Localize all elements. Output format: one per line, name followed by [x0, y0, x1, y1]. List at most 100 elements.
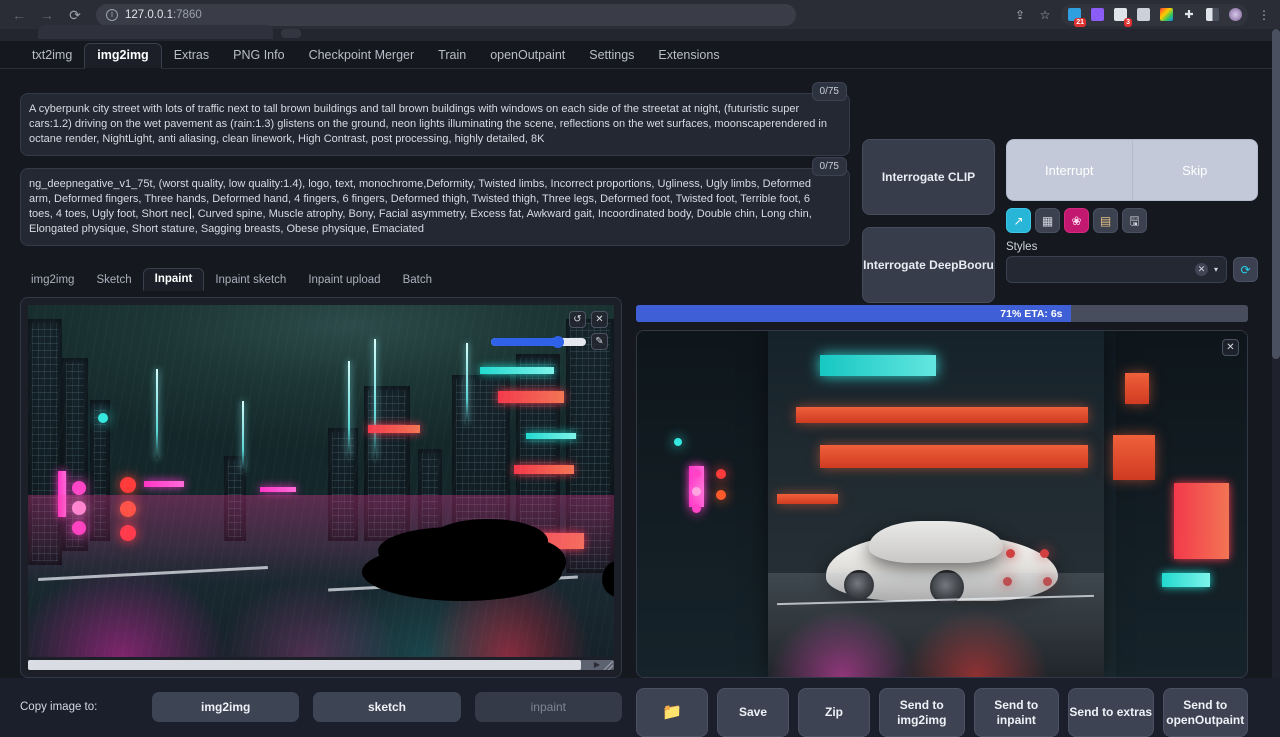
negative-prompt-box[interactable]: 0/75 ng_deepnegative_v1_75t, (worst qual… — [20, 168, 850, 246]
subtab-batch[interactable]: Batch — [392, 270, 443, 291]
subtab-inpaint-sketch[interactable]: Inpaint sketch — [204, 270, 297, 291]
close-icon[interactable]: ✕ — [591, 311, 608, 328]
back-arrow-icon[interactable]: ← — [6, 2, 32, 28]
subtab-inpaint[interactable]: Inpaint — [143, 268, 205, 291]
inpaint-canvas-card: ↺ ✕ ✎ ▶ — [20, 297, 622, 678]
extension-notion-icon[interactable] — [1132, 4, 1154, 26]
send-to-img2img-button[interactable]: Send to img2img — [879, 688, 965, 737]
brush-icon[interactable]: ✎ — [591, 333, 608, 350]
copy-image-to-row: Copy image to: img2img sketch inpaint — [20, 692, 622, 722]
tab-settings[interactable]: Settings — [577, 44, 646, 68]
interrogate-button-column: Interrogate CLIP Interrogate DeepBooru — [862, 139, 995, 303]
browser-toolbar-right: ⇪ ☆ 21 3 ✚ ⋮ — [1008, 0, 1276, 29]
generation-progress-bar: 71% ETA: 6s — [636, 305, 1248, 322]
brush-size-slider[interactable] — [491, 338, 586, 346]
kebab-menu-icon[interactable]: ⋮ — [1252, 3, 1276, 27]
tab-train[interactable]: Train — [426, 44, 478, 68]
clear-styles-icon[interactable]: ✕ — [1195, 263, 1208, 276]
extension-puzzle-icon[interactable]: ✚ — [1178, 4, 1200, 26]
rain-overlay — [28, 305, 614, 657]
site-info-icon[interactable]: i — [106, 9, 118, 21]
scrollbar-thumb[interactable] — [28, 660, 581, 670]
copy-to-img2img-button[interactable]: img2img — [152, 692, 299, 722]
prompt-section: 0/75 A cyberpunk city street with lots o… — [20, 93, 850, 246]
reload-icon[interactable]: ⟳ — [62, 2, 88, 28]
extension-blue-icon[interactable]: 21 — [1063, 4, 1085, 26]
generate-controls: Interrupt Skip ↗ ▦ ❀ ▤ 🖫 Styles ✕ ▾ ⟳ — [1006, 139, 1258, 283]
extension-color-icon[interactable] — [1155, 4, 1177, 26]
paste-arrow-icon[interactable]: ↗ — [1006, 208, 1031, 233]
subtab-inpaint-upload[interactable]: Inpaint upload — [297, 270, 391, 291]
address-bar[interactable]: i 127.0.0.1:7860 — [96, 4, 796, 26]
tab-extensions[interactable]: Extensions — [646, 44, 731, 68]
send-to-openoutpaint-button[interactable]: Send to openOutpaint — [1163, 688, 1249, 737]
canvas-tool-row: ↺ ✕ — [569, 311, 608, 328]
styles-row: ✕ ▾ ⟳ — [1006, 256, 1258, 283]
share-icon[interactable]: ⇪ — [1008, 3, 1032, 27]
generated-image[interactable] — [637, 331, 1247, 677]
tab-extras[interactable]: Extras — [162, 44, 221, 68]
tab-txt2img[interactable]: txt2img — [20, 44, 84, 68]
page-scrollbar-thumb[interactable] — [1272, 29, 1280, 359]
apply-style-icon[interactable]: ▤ — [1093, 208, 1118, 233]
inpaint-mask — [476, 537, 566, 587]
text-cursor — [190, 208, 191, 219]
inpaint-canvas[interactable]: ↺ ✕ ✎ — [28, 305, 614, 657]
tab-img2img[interactable]: img2img — [84, 43, 161, 69]
extra-networks-icon[interactable]: ❀ — [1064, 208, 1089, 233]
star-icon[interactable]: ☆ — [1033, 3, 1057, 27]
img2img-page: 0/75 A cyberpunk city street with lots o… — [0, 69, 1280, 678]
img2img-output-panel: 71% ETA: 6s ✕ — [636, 305, 1248, 737]
extension-ia-icon[interactable] — [1086, 4, 1108, 26]
interrogate-clip-button[interactable]: Interrogate CLIP — [862, 139, 995, 215]
main-tab-bar: txt2img img2img Extras PNG Info Checkpoi… — [0, 41, 1280, 69]
zip-button[interactable]: Zip — [798, 688, 870, 737]
positive-prompt-text: A cyberpunk city street with lots of tra… — [29, 103, 827, 145]
clear-prompt-icon[interactable]: ▦ — [1035, 208, 1060, 233]
brush-slider-fill — [491, 338, 556, 346]
tab-checkpoint-merger[interactable]: Checkpoint Merger — [297, 44, 427, 68]
browser-tab[interactable] — [38, 25, 273, 39]
page-scrollbar[interactable] — [1272, 29, 1280, 678]
prompt-quick-icons: ↗ ▦ ❀ ▤ 🖫 — [1006, 208, 1258, 233]
extension-square-icon[interactable] — [1201, 4, 1223, 26]
img2img-input-panel: img2img Sketch Inpaint Inpaint sketch In… — [20, 265, 622, 722]
refresh-styles-button[interactable]: ⟳ — [1233, 257, 1258, 282]
interrogate-deepbooru-button[interactable]: Interrogate DeepBooru — [862, 227, 995, 303]
tab-openoutpaint[interactable]: openOutpaint — [478, 44, 577, 68]
chevron-down-icon[interactable]: ▾ — [1214, 265, 1218, 274]
copy-image-to-label: Copy image to: — [20, 701, 138, 713]
browser-tabstrip — [0, 29, 1280, 41]
generate-button-row: Interrupt Skip — [1006, 139, 1258, 201]
copy-to-inpaint-button[interactable]: inpaint — [475, 692, 622, 722]
scroll-right-arrow-icon[interactable]: ▶ — [594, 661, 600, 669]
extension-globe-icon[interactable] — [1224, 4, 1246, 26]
source-image — [28, 305, 614, 657]
open-folder-button[interactable]: 📁 — [636, 688, 708, 737]
subtab-sketch[interactable]: Sketch — [85, 270, 142, 291]
positive-prompt-box[interactable]: 0/75 A cyberpunk city street with lots o… — [20, 93, 850, 156]
resize-grip-icon[interactable] — [604, 661, 613, 670]
extension-icons-group: 21 3 ✚ — [1061, 4, 1248, 26]
undo-icon[interactable]: ↺ — [569, 311, 586, 328]
copy-to-sketch-button[interactable]: sketch — [313, 692, 460, 722]
tab-png-info[interactable]: PNG Info — [221, 44, 296, 68]
interrupt-button[interactable]: Interrupt — [1006, 139, 1132, 201]
skip-button[interactable]: Skip — [1132, 139, 1259, 201]
brush-size-row: ✎ — [491, 333, 608, 350]
extension-screen-icon[interactable]: 3 — [1109, 4, 1131, 26]
result-image-card: ✕ — [636, 330, 1248, 678]
new-tab-button[interactable] — [281, 29, 301, 38]
brush-slider-handle[interactable] — [552, 336, 564, 348]
send-to-extras-button[interactable]: Send to extras — [1068, 688, 1154, 737]
save-style-icon[interactable]: 🖫 — [1122, 208, 1147, 233]
forward-arrow-icon[interactable]: → — [34, 2, 60, 28]
subtab-img2img[interactable]: img2img — [20, 270, 85, 291]
address-bar-url: 127.0.0.1:7860 — [125, 9, 202, 21]
webui-app: txt2img img2img Extras PNG Info Checkpoi… — [0, 41, 1280, 678]
send-to-inpaint-button[interactable]: Send to inpaint — [974, 688, 1060, 737]
canvas-horizontal-scrollbar[interactable]: ▶ — [28, 660, 614, 670]
styles-dropdown[interactable]: ✕ ▾ — [1006, 256, 1227, 283]
save-button[interactable]: Save — [717, 688, 789, 737]
close-icon[interactable]: ✕ — [1222, 339, 1239, 356]
